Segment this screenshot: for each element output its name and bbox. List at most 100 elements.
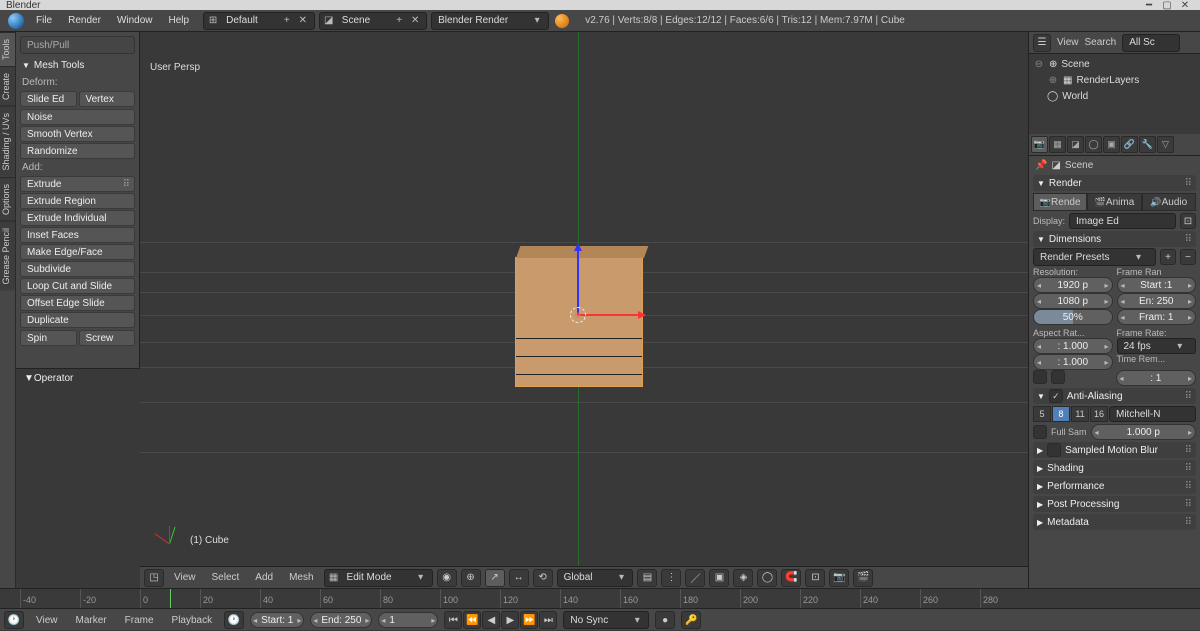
border-check[interactable]	[1033, 370, 1047, 384]
current-frame-field[interactable]: ◂1▸	[378, 612, 438, 628]
outliner-row-scene[interactable]: ⊖⊕Scene	[1033, 56, 1196, 72]
render-section-header[interactable]: ▼Render⠿	[1033, 175, 1196, 191]
res-x-field[interactable]: ◂1920 p▸	[1033, 277, 1113, 293]
outliner-row-renderlayers[interactable]: ⊕▦RenderLayers	[1033, 72, 1196, 88]
display-select[interactable]: Image Ed	[1069, 213, 1176, 229]
minimize-button[interactable]: ━	[1140, 0, 1158, 11]
outliner[interactable]: ⊖⊕Scene ⊕▦RenderLayers ◯World	[1029, 54, 1200, 134]
aspect-y-field[interactable]: ◂: 1.000▸	[1033, 354, 1113, 370]
remove-scene-button[interactable]: ✕	[408, 15, 422, 26]
keying-set-button[interactable]: 🔑	[681, 611, 701, 629]
add-scene-button[interactable]: +	[392, 15, 406, 26]
postproc-header[interactable]: ▶Post Processing⠿	[1033, 496, 1196, 512]
timeline-ruler[interactable]: -40-200204060801001201401601802002202402…	[0, 589, 1200, 609]
render-tab-audio[interactable]: 🔊Audio	[1142, 193, 1196, 211]
aa-16[interactable]: 16	[1090, 406, 1108, 422]
extrude-individual-button[interactable]: Extrude Individual	[20, 210, 135, 226]
mesh-tools-header[interactable]: ▼Mesh Tools	[20, 56, 135, 75]
timeline-marker[interactable]: Marker	[70, 613, 113, 628]
menu-window[interactable]: Window	[109, 12, 161, 29]
fps-select[interactable]: 24 fps▾	[1117, 338, 1197, 354]
tab-shading-uvs[interactable]: Shading / UVs	[0, 106, 15, 177]
menu-select-3d[interactable]: Select	[206, 570, 246, 585]
screen-layout-select[interactable]: ⊞ Default + ✕	[203, 12, 315, 30]
tab-options[interactable]: Options	[0, 177, 15, 221]
render-engine-select[interactable]: Blender Render ▾	[431, 12, 549, 30]
aa-11[interactable]: 11	[1071, 406, 1089, 422]
aa-header[interactable]: ▼✓Anti-Aliasing⠿	[1033, 388, 1196, 404]
frame-start-field[interactable]: ◂Start :1▸	[1117, 277, 1197, 293]
pin-icon[interactable]: 📌	[1035, 160, 1047, 171]
frame-step-field[interactable]: ◂Fram: 1▸	[1117, 309, 1197, 325]
inset-faces-button[interactable]: Inset Faces	[20, 227, 135, 243]
jump-end-button[interactable]: ⏭	[539, 611, 557, 629]
tab-render-context[interactable]: 📷	[1031, 136, 1048, 153]
layers-button[interactable]: ▤	[637, 569, 657, 587]
aa-5[interactable]: 5	[1033, 406, 1051, 422]
manipulator-toggle[interactable]: ↗	[485, 569, 505, 587]
menu-view-3d[interactable]: View	[168, 570, 202, 585]
outliner-search[interactable]: Search	[1085, 37, 1117, 48]
tab-grease-pencil[interactable]: Grease Pencil	[0, 221, 15, 291]
manipulator-rotate[interactable]: ⟲	[533, 569, 553, 587]
keyframe-prev-button[interactable]: ⏪	[463, 611, 481, 629]
auto-keyframe-button[interactable]: ●	[655, 611, 675, 629]
make-edge-face-button[interactable]: Make Edge/Face	[20, 244, 135, 260]
metadata-header[interactable]: ▶Metadata⠿	[1033, 514, 1196, 530]
play-button[interactable]: ▶	[501, 611, 519, 629]
subdivide-button[interactable]: Subdivide	[20, 261, 135, 277]
tab-render-layers-context[interactable]: ▦	[1049, 136, 1066, 153]
menu-add-3d[interactable]: Add	[249, 570, 279, 585]
maximize-button[interactable]: ▢	[1158, 0, 1176, 11]
menu-mesh-3d[interactable]: Mesh	[283, 570, 319, 585]
select-mode-face[interactable]: ▣	[709, 569, 729, 587]
tab-tools[interactable]: Tools	[0, 32, 15, 66]
render-tab-anim[interactable]: 🎬Anima	[1087, 193, 1141, 211]
select-mode-edge[interactable]: ／	[685, 569, 705, 587]
timeline-view[interactable]: View	[30, 613, 64, 628]
outliner-editor-type[interactable]: ☰	[1033, 34, 1051, 52]
proportional-edit-button[interactable]: ◯	[757, 569, 777, 587]
aa-filter-select[interactable]: Mitchell-N	[1109, 406, 1196, 422]
select-mode-vertex[interactable]: ⋮	[661, 569, 681, 587]
smooth-vertex-button[interactable]: Smooth Vertex	[20, 126, 135, 142]
display-lock-button[interactable]: ⊡	[1180, 213, 1196, 229]
menu-file[interactable]: File	[28, 12, 60, 29]
close-button[interactable]: ✕	[1176, 0, 1194, 11]
orientation-select[interactable]: Global▾	[557, 569, 634, 587]
3d-cursor[interactable]: +	[570, 307, 586, 323]
start-frame-field[interactable]: ◂Start: 1▸	[250, 612, 304, 628]
outliner-filter[interactable]: All Sc	[1122, 34, 1180, 52]
play-reverse-button[interactable]: ◀	[482, 611, 500, 629]
pivot-point-button[interactable]: ⊕	[461, 569, 481, 587]
aa-8[interactable]: 8	[1052, 406, 1070, 422]
motion-blur-header[interactable]: ▶Sampled Motion Blur⠿	[1033, 442, 1196, 458]
tab-scene-context[interactable]: ◪	[1067, 136, 1084, 153]
res-pct-field[interactable]: 50%	[1033, 309, 1113, 325]
offset-edge-button[interactable]: Offset Edge Slide	[20, 295, 135, 311]
3d-viewport[interactable]: + User Persp (1) Cube ◳ View Select Add …	[140, 32, 1028, 588]
menu-render[interactable]: Render	[60, 12, 109, 29]
full-sample-check[interactable]	[1033, 425, 1047, 439]
shading-header[interactable]: ▶Shading⠿	[1033, 460, 1196, 476]
timeline-cursor[interactable]	[170, 589, 171, 608]
keyframe-next-button[interactable]: ⏩	[520, 611, 538, 629]
loop-cut-button[interactable]: Loop Cut and Slide	[20, 278, 135, 294]
preset-remove-button[interactable]: −	[1180, 249, 1196, 265]
render-presets-select[interactable]: Render Presets▾	[1033, 248, 1156, 266]
frame-end-field[interactable]: ◂En: 250▸	[1117, 293, 1197, 309]
manipulator-x[interactable]	[578, 314, 644, 316]
res-y-field[interactable]: ◂1080 p▸	[1033, 293, 1113, 309]
blender-icon[interactable]	[8, 13, 24, 29]
snap-button[interactable]: 🧲	[781, 569, 801, 587]
noise-button[interactable]: Noise	[20, 109, 135, 125]
preset-add-button[interactable]: +	[1160, 249, 1176, 265]
outliner-row-world[interactable]: ◯World	[1033, 88, 1196, 104]
render-opengl-button[interactable]: 📷	[829, 569, 849, 587]
spin-button[interactable]: Spin	[20, 330, 77, 346]
tab-object-context[interactable]: ▣	[1103, 136, 1120, 153]
end-frame-field[interactable]: ◂End: 250▸	[310, 612, 372, 628]
aa-enable-check[interactable]: ✓	[1049, 389, 1063, 403]
dimensions-header[interactable]: ▼Dimensions⠿	[1033, 231, 1196, 247]
timeline-frame[interactable]: Frame	[119, 613, 160, 628]
